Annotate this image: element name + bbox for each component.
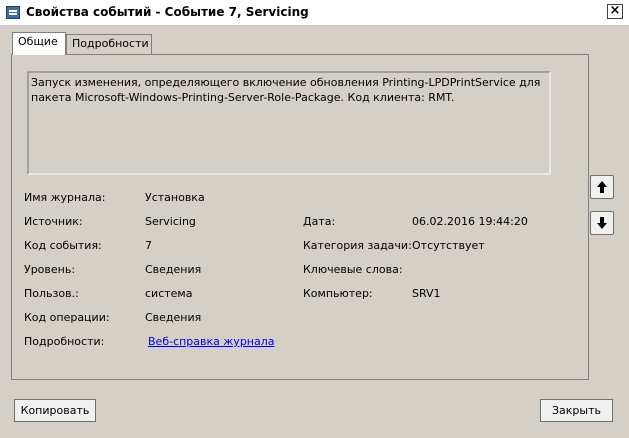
level-label: Уровень: <box>24 263 76 276</box>
event-id-value[interactable]: 7 <box>145 239 152 252</box>
keywords-label: Ключевые слова: <box>303 263 403 276</box>
computer-label: Компьютер: <box>303 287 373 300</box>
opcode-value[interactable]: Сведения <box>145 311 201 324</box>
user-label: Пользов.: <box>24 287 79 300</box>
date-label: Дата: <box>303 215 336 228</box>
next-event-button[interactable] <box>590 211 614 235</box>
source-value[interactable]: Servicing <box>145 215 196 228</box>
log-name-label: Имя журнала: <box>24 191 106 204</box>
more-info-label: Подробности: <box>24 335 105 348</box>
title-bar: Свойства событий - Событие 7, Servicing … <box>0 0 629 26</box>
event-id-label: Код события: <box>24 239 102 252</box>
event-viewer-icon <box>6 6 20 19</box>
previous-event-button[interactable] <box>590 175 614 199</box>
copy-button[interactable]: Копировать <box>14 399 96 422</box>
tab-general[interactable]: Общие <box>12 32 66 55</box>
opcode-label: Код операции: <box>24 311 110 324</box>
computer-value[interactable]: SRV1 <box>412 287 441 300</box>
task-category-value[interactable]: Отсутствует <box>412 239 485 252</box>
window-title: Свойства событий - Событие 7, Servicing <box>26 5 309 19</box>
date-value[interactable]: 06.02.2016 19:44:20 <box>412 215 528 228</box>
tab-details[interactable]: Подробности <box>66 34 152 54</box>
close-window-button[interactable]: × <box>607 4 623 19</box>
user-value[interactable]: система <box>145 287 192 300</box>
event-log-online-help-link[interactable]: Веб-справка журнала <box>148 335 275 348</box>
source-label: Источник: <box>24 215 83 228</box>
level-value[interactable]: Сведения <box>145 263 201 276</box>
event-description[interactable]: Запуск изменения, определяющего включени… <box>27 71 551 175</box>
task-category-label: Категория задачи: <box>303 239 412 252</box>
log-name-value[interactable]: Установка <box>145 191 205 204</box>
close-button[interactable]: Закрыть <box>540 399 613 422</box>
